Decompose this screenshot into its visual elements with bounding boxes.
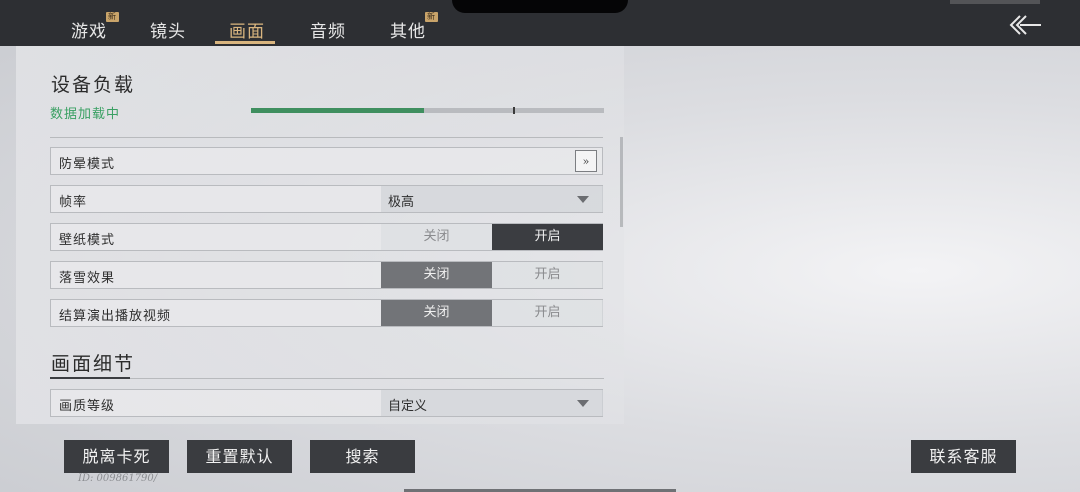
setting-row-snow: 落雪效果 关闭 开启: [50, 261, 603, 289]
divider: [50, 137, 603, 138]
caret-down-icon: [577, 400, 589, 407]
tab-label: 游戏: [71, 22, 107, 42]
setting-label: 落雪效果: [59, 271, 116, 286]
active-tab-indicator: [215, 41, 275, 44]
progress-marker: [513, 107, 515, 114]
setting-label: 画质等级: [59, 399, 116, 414]
reset-default-button[interactable]: 重置默认: [187, 440, 292, 473]
new-badge: 新: [106, 12, 119, 22]
double-chevron-right-icon[interactable]: »: [575, 150, 597, 172]
setting-row-frame-rate: 帧率 极高: [50, 185, 603, 213]
tab-label: 其他: [390, 22, 426, 42]
tab-other[interactable]: 其他 新: [390, 12, 438, 42]
wallpaper-off-button[interactable]: 关闭: [381, 224, 492, 250]
wallpaper-on-button[interactable]: 开启: [492, 224, 603, 250]
setting-row-wallpaper: 壁纸模式 关闭 开启: [50, 223, 603, 251]
user-id: ID: 009861790/: [78, 473, 158, 484]
setting-row-ending-video: 结算演出播放视频 关闭 开启: [50, 299, 603, 327]
dropdown-value: 自定义: [388, 399, 428, 414]
contact-support-button[interactable]: 联系客服: [911, 440, 1016, 473]
top-nav-bar: 游戏 新 镜头 画面 音频 其他 新: [0, 0, 1080, 46]
dropdown-value: 极高: [388, 195, 415, 210]
setting-label: 帧率: [59, 195, 88, 210]
new-badge: 新: [425, 12, 438, 22]
snow-off-button[interactable]: 关闭: [381, 262, 492, 288]
ending-video-on-button[interactable]: 开启: [492, 300, 603, 326]
setting-label: 壁纸模式: [59, 233, 116, 248]
camera-notch: [452, 0, 628, 13]
status-indicator: [950, 0, 1040, 4]
back-arrow-icon[interactable]: [1008, 14, 1042, 36]
tab-label: 镜头: [150, 22, 186, 42]
setting-row-anti-dizziness: 防晕模式 »: [50, 147, 603, 175]
unstuck-button[interactable]: 脱离卡死: [64, 440, 169, 473]
section-title-device-load: 设备负载: [51, 74, 136, 96]
scrollbar[interactable]: [620, 137, 623, 227]
tab-graphics[interactable]: 画面: [229, 17, 265, 42]
ending-video-off-button[interactable]: 关闭: [381, 300, 492, 326]
snow-on-button[interactable]: 开启: [492, 262, 603, 288]
section-underline: [50, 377, 130, 379]
tab-label: 画面: [229, 22, 265, 42]
progress-fill: [251, 108, 424, 113]
caret-down-icon: [577, 196, 589, 203]
load-progress-bar: [251, 107, 604, 114]
tab-camera[interactable]: 镜头: [150, 17, 186, 42]
tab-label: 音频: [310, 22, 346, 42]
loading-status: 数据加载中: [50, 107, 121, 122]
quality-dropdown[interactable]: 自定义: [381, 390, 603, 416]
tab-audio[interactable]: 音频: [310, 17, 346, 42]
section-title-graphics-detail: 画面细节: [51, 353, 136, 375]
search-button[interactable]: 搜索: [310, 440, 415, 473]
setting-row-quality: 画质等级 自定义: [50, 389, 603, 417]
setting-label: 防晕模式: [59, 157, 116, 172]
setting-label: 结算演出播放视频: [59, 309, 172, 324]
divider: [130, 378, 604, 379]
tab-game[interactable]: 游戏 新: [71, 12, 119, 42]
frame-rate-dropdown[interactable]: 极高: [381, 186, 603, 212]
